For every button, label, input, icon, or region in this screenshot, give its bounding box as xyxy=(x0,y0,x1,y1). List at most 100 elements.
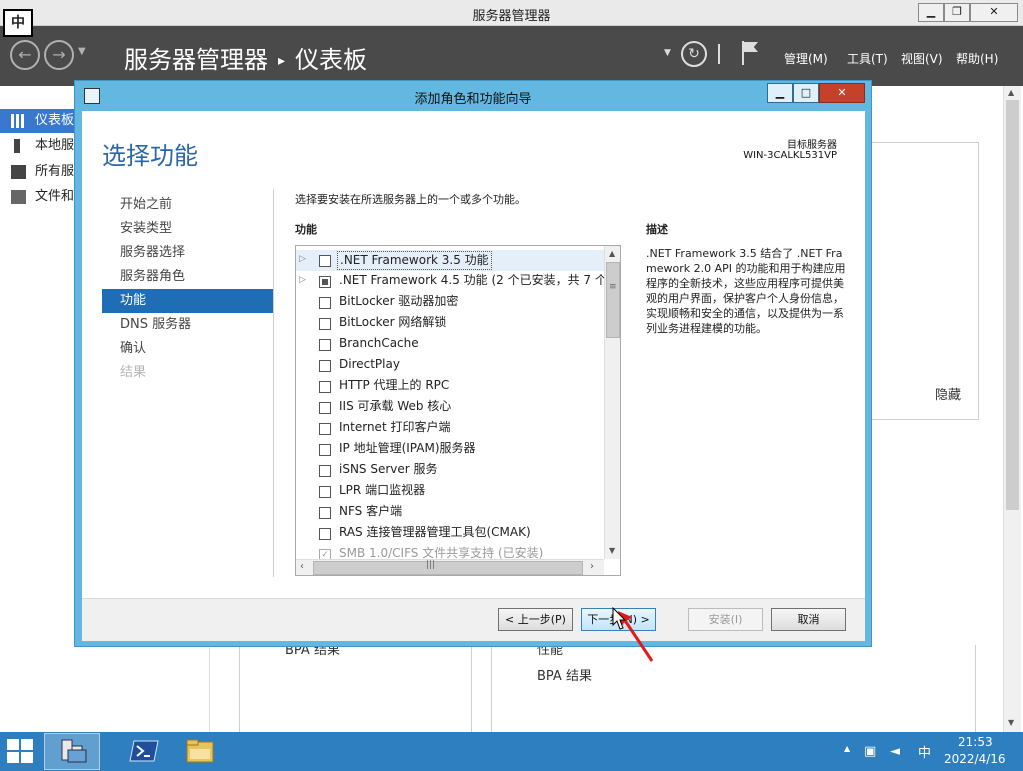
scroll-up-icon[interactable]: ▲ xyxy=(1008,88,1014,97)
scroll-up-icon[interactable]: ▲ xyxy=(609,249,615,258)
back-arrow-icon[interactable]: ← xyxy=(10,40,40,70)
wizard-close-button[interactable]: ✕ xyxy=(819,83,865,103)
sidebar-item-label: 所有服 xyxy=(35,164,75,179)
wizard-minimize-button[interactable]: ▁ xyxy=(767,83,793,103)
feature-checkbox[interactable] xyxy=(319,465,331,477)
step-before-you-begin[interactable]: 开始之前 xyxy=(102,193,273,217)
step-installation-type[interactable]: 安装类型 xyxy=(102,217,273,241)
refresh-icon[interactable]: ↻ xyxy=(681,41,707,67)
feature-row[interactable]: LPR 端口监视器 xyxy=(296,481,604,502)
previous-button[interactable]: < 上一步(P) xyxy=(498,608,573,631)
volume-muted-icon[interactable]: ◄ xyxy=(890,744,900,759)
features-tree-list[interactable]: ▷ .NET Framework 3.5 功能 ▷ .NET Framework 4.… xyxy=(295,245,621,576)
feature-checkbox[interactable] xyxy=(319,276,331,288)
feature-checkbox[interactable] xyxy=(319,297,331,309)
feature-row[interactable]: ▷ .NET Framework 3.5 功能 xyxy=(296,250,604,271)
network-icon[interactable]: ▣ xyxy=(864,744,876,759)
features-vertical-scrollbar[interactable]: ▲ ≡ ▼ xyxy=(604,246,620,559)
scroll-grip-icon: ||| xyxy=(426,560,436,570)
feature-row[interactable]: ▷ .NET Framework 4.5 功能 (2 个已安装，共 7 个) xyxy=(296,271,604,292)
feature-row[interactable]: BitLocker 驱动器加密 xyxy=(296,292,604,313)
sidebar-item-label: 仪表板 xyxy=(35,113,75,128)
window-title: 服务器管理器 xyxy=(472,9,551,24)
features-horizontal-scrollbar[interactable]: ‹ ||| › xyxy=(296,559,604,575)
menu-view[interactable]: 视图(V) xyxy=(901,50,943,67)
feature-row[interactable]: RAS 连接管理器管理工具包(CMAK) xyxy=(296,523,604,544)
wizard-footer: < 上一步(P) 下一步(N) > 安装(I) 取消 xyxy=(82,598,865,641)
feature-checkbox[interactable] xyxy=(319,444,331,456)
feature-row[interactable]: BranchCache xyxy=(296,334,604,355)
feature-checkbox[interactable] xyxy=(319,507,331,519)
breadcrumb-separator-icon: ▸ xyxy=(278,53,286,69)
feature-row[interactable]: NFS 客户端 xyxy=(296,502,604,523)
feature-row[interactable]: HTTP 代理上的 RPC xyxy=(296,376,604,397)
feature-row[interactable]: IIS 可承载 Web 核心 xyxy=(296,397,604,418)
hide-link[interactable]: 隐藏 xyxy=(935,384,961,403)
feature-row[interactable]: DirectPlay xyxy=(296,355,604,376)
feature-checkbox[interactable] xyxy=(319,360,331,372)
menu-manage[interactable]: 管理(M) xyxy=(784,50,828,67)
scroll-thumb[interactable] xyxy=(313,561,583,575)
scroll-left-icon[interactable]: ‹ xyxy=(300,561,304,572)
step-server-selection[interactable]: 服务器选择 xyxy=(102,241,273,265)
scroll-down-icon[interactable]: ▼ xyxy=(1008,718,1014,727)
step-features[interactable]: 功能 xyxy=(102,289,273,313)
step-dns-server[interactable]: DNS 服务器 xyxy=(102,313,273,337)
feature-checkbox[interactable] xyxy=(319,402,331,414)
step-confirmation[interactable]: 确认 xyxy=(102,337,273,361)
clock-time[interactable]: 21:53 xyxy=(958,735,993,749)
wizard-maximize-button[interactable]: □ xyxy=(793,83,819,103)
expand-arrow-icon[interactable]: ▷ xyxy=(299,271,306,290)
scroll-thumb[interactable] xyxy=(606,262,620,338)
step-server-roles[interactable]: 服务器角色 xyxy=(102,265,273,289)
close-button[interactable]: ✕ xyxy=(970,3,1018,22)
feature-checkbox[interactable] xyxy=(319,255,331,267)
feature-row[interactable]: BitLocker 网络解锁 xyxy=(296,313,604,334)
feature-checkbox[interactable] xyxy=(319,528,331,540)
expand-arrow-icon[interactable]: ▷ xyxy=(299,250,306,269)
dashboard-panel-right: 性能 BPA 结果 xyxy=(491,643,976,733)
clock-date[interactable]: 2022/4/16 xyxy=(944,752,1006,766)
wizard-title: 添加角色和功能向导 xyxy=(414,92,532,107)
step-results: 结果 xyxy=(120,365,147,380)
bpa-results-right[interactable]: BPA 结果 xyxy=(537,665,592,684)
scroll-down-icon[interactable]: ▼ xyxy=(609,546,615,555)
target-server-label: 目标服务器 xyxy=(787,140,837,151)
app-header: ← → ▼ 服务器管理器 ▸ 仪表板 ▼ ↻ 管理(M) 工具(T) 视图(V) 帮… xyxy=(0,26,1023,86)
breadcrumb: 服务器管理器 ▸ 仪表板 xyxy=(124,40,367,75)
scroll-thumb[interactable] xyxy=(1006,100,1019,510)
feature-checkbox[interactable] xyxy=(319,486,331,498)
feature-checkbox[interactable] xyxy=(319,318,331,330)
ime-tray-indicator[interactable]: 中 xyxy=(918,742,931,761)
feature-checkbox[interactable] xyxy=(319,339,331,351)
notifications-flag-icon[interactable] xyxy=(740,41,760,65)
feature-label: DirectPlay xyxy=(339,357,400,371)
all-servers-icon xyxy=(11,165,26,179)
feature-label: BitLocker 驱动器加密 xyxy=(339,294,459,308)
history-dropdown-icon[interactable]: ▼ xyxy=(78,46,86,57)
feature-checkbox[interactable] xyxy=(319,381,331,393)
taskbar-powershell[interactable] xyxy=(116,733,172,770)
start-button-windows-icon[interactable] xyxy=(7,739,33,763)
tray-expand-icon[interactable]: ▲ xyxy=(844,744,850,753)
cancel-button[interactable]: 取消 xyxy=(771,608,846,631)
menu-tools[interactable]: 工具(T) xyxy=(847,50,888,67)
feature-row[interactable]: IP 地址管理(IPAM)服务器 xyxy=(296,439,604,460)
feature-row[interactable]: iSNS Server 服务 xyxy=(296,460,604,481)
feature-checkbox[interactable] xyxy=(319,423,331,435)
minimize-button[interactable]: ▁ xyxy=(918,3,944,22)
forward-arrow-icon[interactable]: → xyxy=(44,40,74,70)
main-scrollbar[interactable]: ▲ ▼ xyxy=(1003,86,1021,732)
feature-row[interactable]: Internet 打印客户端 xyxy=(296,418,604,439)
instruction-text: 选择要安装在所选服务器上的一个或多个功能。 xyxy=(295,193,526,206)
menu-help[interactable]: 帮助(H) xyxy=(956,50,998,67)
ime-indicator[interactable]: 中 xyxy=(3,9,33,37)
feature-label: NFS 客户端 xyxy=(339,504,403,518)
feature-label: IP 地址管理(IPAM)服务器 xyxy=(339,441,476,455)
refresh-dropdown-icon[interactable]: ▼ xyxy=(664,48,671,58)
taskbar-server-manager[interactable] xyxy=(44,733,100,770)
maximize-button[interactable]: ❐ xyxy=(944,3,970,22)
scroll-right-icon[interactable]: › xyxy=(590,561,594,572)
taskbar-file-explorer[interactable] xyxy=(172,733,228,770)
breadcrumb-app: 服务器管理器 xyxy=(124,46,268,74)
